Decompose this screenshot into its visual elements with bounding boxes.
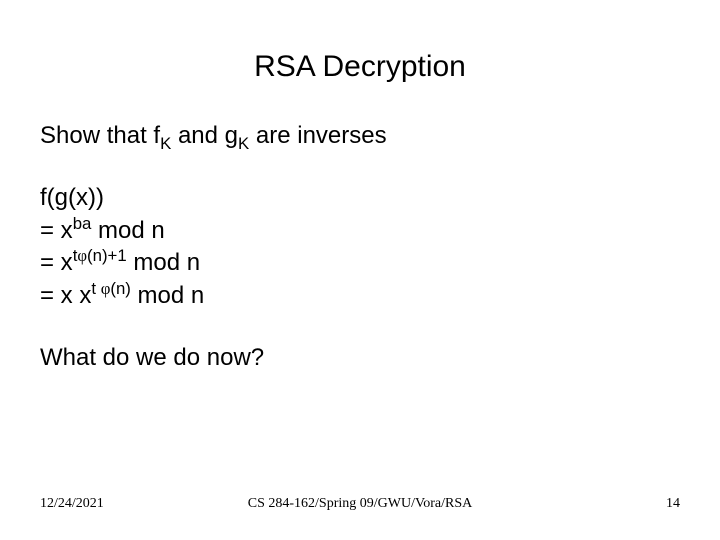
eq4-pre: = x x <box>40 282 91 309</box>
eq4-post: mod n <box>131 282 204 309</box>
slide-body: Show that fK and gK are inverses f(g(x))… <box>40 120 680 374</box>
footer-page: 14 <box>666 496 680 512</box>
intro-pre: Show that f <box>40 122 160 149</box>
phi-icon: φ <box>77 246 87 265</box>
eq-line-1: f(g(x)) <box>40 182 680 214</box>
closing-line: What do we do now? <box>40 342 680 374</box>
eq-line-3: = xtφ(n)+1 mod n <box>40 247 680 279</box>
phi-icon: φ <box>101 279 111 298</box>
eq2-post: mod n <box>91 217 164 244</box>
eq3-pre: = x <box>40 249 73 276</box>
eq3-sup: tφ(n)+1 <box>73 246 127 265</box>
footer-course: CS 284-162/Spring 09/GWU/Vora/RSA <box>248 496 473 512</box>
slide-title: RSA Decryption <box>40 50 680 84</box>
footer-date: 12/24/2021 <box>40 496 104 512</box>
intro-post: are inverses <box>249 122 386 149</box>
slide-footer: 12/24/2021 CS 284-162/Spring 09/GWU/Vora… <box>0 496 720 512</box>
intro-line: Show that fK and gK are inverses <box>40 120 680 152</box>
intro-sub1: K <box>160 134 171 153</box>
eq4-sup: t φ(n) <box>91 279 131 298</box>
intro-mid: and g <box>171 122 238 149</box>
eq-line-2: = xba mod n <box>40 215 680 247</box>
equation-block: f(g(x)) = xba mod n = xtφ(n)+1 mod n = x… <box>40 182 680 312</box>
eq2-pre: = x <box>40 217 73 244</box>
eq3-post: mod n <box>127 249 200 276</box>
eq2-sup: ba <box>73 214 92 233</box>
eq-line-4: = x xt φ(n) mod n <box>40 280 680 312</box>
intro-sub2: K <box>238 134 249 153</box>
slide: RSA Decryption Show that fK and gK are i… <box>0 0 720 540</box>
